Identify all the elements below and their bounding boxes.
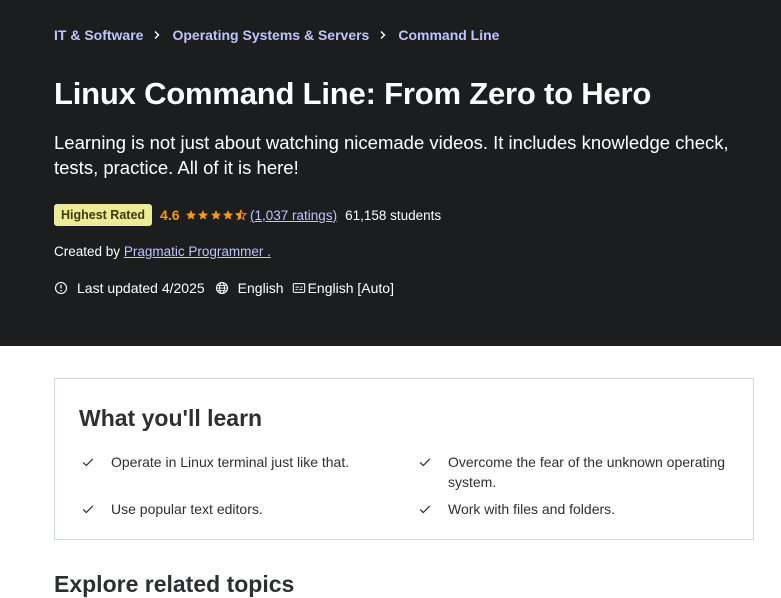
globe-icon: [215, 281, 228, 295]
ratings-count-link[interactable]: (1,037 ratings): [250, 208, 337, 223]
check-icon: [82, 458, 94, 467]
language-text: English: [237, 280, 284, 296]
explore-related-topics-heading: Explore related topics: [54, 571, 295, 597]
captions: English [Auto]: [292, 280, 394, 296]
star-icon: [223, 210, 234, 220]
rating-row: Highest Rated 4.6 (1,037 ratings) 61,158…: [54, 204, 441, 226]
chevron-right-icon: [152, 30, 162, 40]
check-icon: [82, 505, 94, 514]
created-by-label: Created by: [54, 244, 121, 259]
captions-text: English [Auto]: [307, 280, 394, 296]
instructor-link[interactable]: Pragmatic Programmer .: [124, 244, 271, 259]
learn-item-text: Work with files and folders.: [448, 501, 616, 517]
breadcrumb-command-line[interactable]: Command Line: [398, 27, 499, 43]
course-meta: Last updated 4/2025 English English [Aut…: [54, 280, 394, 296]
last-updated-text: Last updated 4/2025: [77, 280, 205, 296]
created-by: Created by Pragmatic Programmer .: [54, 244, 271, 259]
learn-title: What you'll learn: [79, 405, 263, 431]
learn-item-text: Overcome the fear of the unknown operati…: [448, 454, 726, 490]
list-item: Work with files and folders.: [418, 499, 728, 519]
alert-clock-icon: [54, 281, 68, 295]
check-icon: [419, 505, 431, 514]
breadcrumb-operating-systems[interactable]: Operating Systems & Servers: [172, 27, 369, 43]
rating-value: 4.6: [160, 207, 180, 223]
last-updated: Last updated 4/2025: [54, 280, 205, 296]
course-title: Linux Command Line: From Zero to Hero: [54, 76, 652, 111]
language: English: [215, 280, 284, 296]
star-icon: [210, 210, 221, 220]
list-item: Overcome the fear of the unknown operati…: [418, 452, 728, 492]
highest-rated-badge: Highest Rated: [54, 204, 153, 226]
what-youll-learn: What you'll learn Operate in Linux termi…: [54, 378, 754, 540]
star-rating: [185, 209, 248, 221]
learn-item-text: Operate in Linux terminal just like that…: [111, 454, 350, 470]
learn-item-text: Use popular text editors.: [111, 501, 263, 517]
star-half-icon: [234, 209, 247, 221]
check-icon: [419, 458, 431, 467]
star-icon: [198, 210, 209, 220]
list-item: Use popular text editors.: [81, 499, 381, 519]
star-icon: [185, 210, 196, 220]
breadcrumb-it-software[interactable]: IT & Software: [54, 27, 143, 43]
chevron-right-icon: [378, 30, 388, 40]
closed-captions-icon: [292, 283, 305, 293]
course-hero: IT & Software Operating Systems & Server…: [0, 0, 781, 346]
course-subtitle: Learning is not just about watching nice…: [54, 132, 729, 178]
breadcrumb: IT & Software Operating Systems & Server…: [54, 27, 499, 43]
students-count: 61,158 students: [345, 207, 442, 223]
list-item: Operate in Linux terminal just like that…: [81, 452, 381, 472]
